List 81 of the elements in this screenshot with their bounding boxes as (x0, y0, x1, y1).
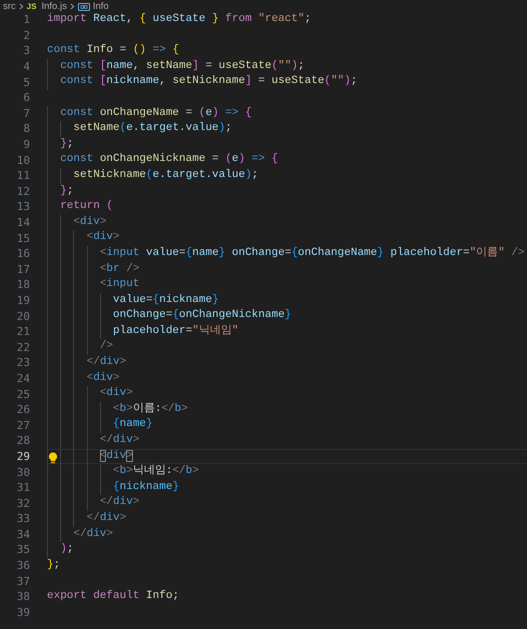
symbol-icon (78, 2, 90, 10)
code-line: {nickname} (113, 480, 180, 495)
line-number: 27 (16, 418, 30, 432)
breadcrumb-item[interactable]: Info (92, 1, 109, 12)
line-number: 22 (16, 340, 30, 354)
code-line: onChange={onChangeNickname} (113, 308, 292, 324)
chevron-icon (18, 3, 24, 10)
code-line: <div> (100, 386, 133, 402)
code-line: }; (60, 184, 74, 199)
code-line: }; (60, 136, 74, 152)
line-number: 24 (16, 372, 30, 385)
code-line: return ( (60, 199, 114, 214)
code-line: const onChangeNickname = (e) => { (60, 152, 278, 168)
line-number: 9 (22, 138, 30, 152)
line-number: 13 (16, 200, 30, 214)
line-number: 21 (16, 325, 30, 338)
code-line: {name} (113, 417, 153, 432)
line-number: 3 (22, 44, 30, 58)
code-line: <input value={name} onChange={onChangeName} placeholder="이름" /> (100, 246, 525, 261)
line-number: 19 (16, 294, 30, 307)
js-file-icon: JS (26, 1, 36, 12)
code-line: <br /> (100, 262, 140, 276)
line-number: 37 (16, 574, 30, 588)
code-line: <input (100, 277, 140, 292)
line-number: 39 (16, 606, 30, 619)
line-number: 35 (16, 543, 30, 556)
code-line: const [name, setName] = useState(""); (60, 58, 305, 74)
line-number: 10 (16, 154, 30, 167)
line-number: 38 (16, 590, 30, 604)
code-line: placeholder="닉네임" (113, 324, 238, 339)
code-line: </div> (86, 355, 126, 370)
code-line: <b>이름:</b> (113, 402, 188, 417)
line-number: 4 (22, 60, 30, 74)
line-number: 8 (22, 122, 30, 136)
line-number: 31 (16, 481, 30, 494)
code-line: <div> (86, 230, 120, 246)
lightbulb-icon[interactable] (48, 452, 58, 464)
line-number: 16 (16, 247, 30, 260)
line-number: 36 (16, 559, 30, 572)
line-number: 32 (16, 496, 30, 510)
line-number: 18 (16, 278, 30, 292)
line-number: 6 (22, 91, 30, 104)
code-line: export default Info; (47, 588, 180, 604)
line-number: 15 (16, 232, 30, 245)
code-line: }; (47, 558, 60, 573)
line-number: 23 (16, 356, 30, 370)
code-line: const onChangeName = (e) => { (60, 106, 252, 121)
line-number: 28 (16, 434, 30, 448)
line-number: 34 (16, 528, 30, 541)
line-number: 33 (16, 512, 30, 526)
line-number: 26 (16, 403, 30, 416)
line-number: 29 (16, 450, 30, 463)
line-number: 25 (16, 388, 30, 401)
line-number: 7 (22, 106, 30, 120)
code-line: <b>닉네임:</b> (113, 464, 199, 480)
line-number: 11 (16, 169, 30, 182)
code-line: import React, { useState } from "react"; (47, 12, 312, 27)
chevron-icon (70, 3, 75, 10)
line-number: 5 (22, 76, 30, 89)
code-line: /> (100, 339, 114, 354)
breadcrumb-item[interactable]: src (3, 1, 16, 12)
code-line: <div> (86, 370, 120, 386)
code-line: setNickname(e.target.value); (73, 168, 258, 183)
code-line: ); (60, 542, 74, 558)
code-line: const Info = () => { (47, 43, 180, 58)
line-number: 2 (22, 28, 30, 42)
line-number: 14 (16, 216, 30, 230)
code-line: <div> (73, 214, 106, 230)
line-number: 1 (22, 13, 30, 26)
code-line: </div> (73, 526, 114, 542)
code-line: value={nickname} (113, 292, 219, 308)
line-number: 12 (16, 184, 30, 198)
line-number: 20 (16, 310, 30, 323)
code-line: </div> (100, 495, 140, 510)
code-line: </div> (86, 511, 126, 526)
code-line: const [nickname, setNickname] = useState(""); (60, 74, 358, 90)
code-line: </div> (100, 433, 140, 448)
line-number: 30 (16, 466, 30, 479)
line-number: 17 (16, 262, 30, 276)
breadcrumb-item[interactable]: Info.js (41, 1, 67, 12)
code-line: setName(e.target.value); (73, 121, 232, 136)
